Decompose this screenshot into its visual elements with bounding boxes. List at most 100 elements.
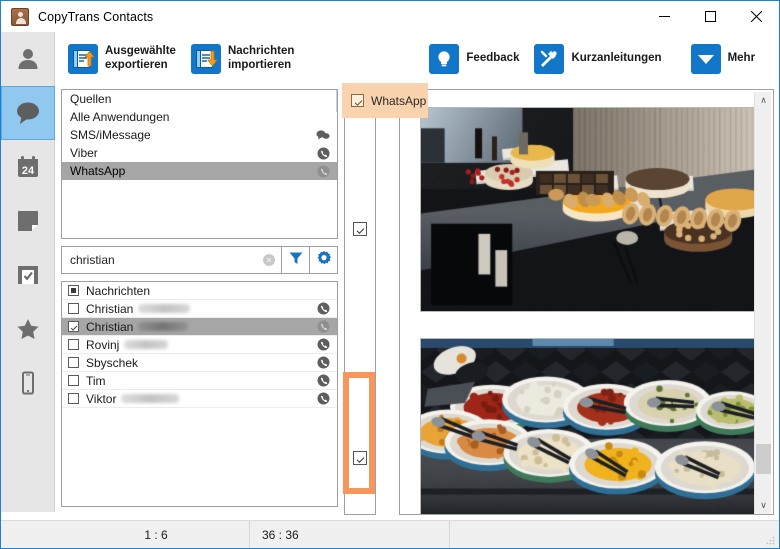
status-selection-count: 1 : 6	[63, 521, 250, 548]
main-area: Quellen Alle Anwendungen SMS/iMessage Vi…	[56, 86, 779, 518]
sidebar-item-contacts[interactable]	[1, 32, 55, 86]
contact-checkbox[interactable]	[68, 303, 79, 314]
source-label: WhatsApp	[70, 164, 126, 178]
sources-list[interactable]: Quellen Alle Anwendungen SMS/iMessage Vi…	[61, 89, 338, 239]
whatsapp-icon	[317, 374, 330, 387]
dessert-buffet-canvas	[421, 108, 759, 311]
sidebar-item-messages[interactable]	[1, 86, 55, 140]
source-item-alle-anwendungen[interactable]: Alle Anwendungen	[62, 108, 337, 126]
import-messages-button[interactable]: Nachrichten importieren	[186, 37, 304, 81]
contact-checkbox[interactable]	[68, 375, 79, 386]
contact-row-1[interactable]: Christian	[62, 300, 337, 318]
source-item-sms-imessage[interactable]: SMS/iMessage	[62, 126, 337, 144]
contact-row-4[interactable]: Sbyschek	[62, 354, 337, 372]
app-window: CopyTrans Contacts Ausgewählte exportier…	[0, 0, 780, 549]
sidebar-item-device[interactable]	[1, 356, 55, 410]
tools-icon	[534, 44, 565, 74]
contact-name: Christian	[86, 319, 134, 334]
message-scrollbar[interactable]: ∧ ∨	[754, 92, 771, 514]
source-item-quellen[interactable]: Quellen	[62, 90, 337, 108]
quickguides-label: Kurzanleitungen	[571, 52, 662, 65]
lightbulb-icon	[429, 44, 460, 74]
contact-row-3[interactable]: Rovinj	[62, 336, 337, 354]
resize-grip-icon[interactable]	[765, 535, 775, 545]
sidebar: 24	[1, 32, 55, 512]
contact-lastname-redacted	[124, 340, 169, 349]
close-button[interactable]	[733, 1, 779, 32]
contact-checkbox[interactable]	[68, 321, 79, 332]
search-input[interactable]: christian ×	[61, 246, 282, 274]
whatsapp-tab-highlight[interactable]: WhatsApp	[342, 83, 428, 118]
source-item-whatsapp[interactable]: WhatsApp	[62, 162, 337, 180]
title-bar: CopyTrans Contacts	[1, 1, 779, 32]
source-label: Quellen	[70, 92, 112, 106]
left-column: Quellen Alle Anwendungen SMS/iMessage Vi…	[61, 89, 338, 515]
import-messages-label: Nachrichten importieren	[227, 45, 295, 71]
whatsapp-icon	[317, 356, 330, 369]
sidebar-item-favorites[interactable]	[1, 302, 55, 356]
checkbox-task-icon	[15, 262, 41, 288]
contacts-header-row[interactable]: Nachrichten	[62, 282, 337, 300]
source-item-viber[interactable]: Viber	[62, 144, 337, 162]
more-button[interactable]: Mehr	[686, 37, 765, 81]
viber-icon	[317, 147, 330, 160]
app-icon	[11, 7, 29, 26]
minimize-button[interactable]	[641, 1, 687, 32]
search-value: christian	[70, 253, 115, 267]
phone-device-icon	[15, 370, 41, 396]
sidebar-item-calendar[interactable]: 24	[1, 140, 55, 194]
filter-funnel-icon	[288, 250, 304, 271]
svg-text:24: 24	[22, 165, 35, 177]
filter-button[interactable]	[282, 246, 310, 274]
contact-checkbox[interactable]	[68, 339, 79, 350]
source-label: SMS/iMessage	[70, 128, 151, 142]
contact-row-5[interactable]: Tim	[62, 372, 337, 390]
note-icon	[15, 208, 41, 234]
contacts-header-label: Nachrichten	[86, 283, 151, 298]
sidebar-item-notes[interactable]	[1, 194, 55, 248]
toolbar: Ausgewählte exportieren Nachrichten impo…	[1, 32, 779, 86]
attachment-checkbox-strip	[344, 108, 376, 515]
contact-name: Viktor	[86, 391, 117, 406]
contact-lastname-redacted	[121, 394, 180, 403]
maximize-button[interactable]	[687, 1, 733, 32]
whatsapp-tab-checkbox[interactable]	[351, 94, 364, 107]
dessert-buffet-photo[interactable]	[420, 107, 760, 312]
window-controls	[641, 1, 779, 32]
contact-name: Tim	[86, 373, 106, 388]
contact-name: Sbyschek	[86, 355, 139, 370]
contact-name: Rovinj	[86, 337, 120, 352]
select-all-checkbox[interactable]	[68, 285, 79, 296]
contact-checkbox[interactable]	[68, 393, 79, 404]
contact-name: Christian	[86, 301, 134, 316]
scroll-up-arrow[interactable]: ∧	[755, 92, 772, 109]
contact-row-6[interactable]: Viktor	[62, 390, 337, 408]
salad-bar-photo[interactable]	[420, 338, 760, 514]
attachment-2-checkbox[interactable]	[353, 451, 367, 465]
contacts-list[interactable]: Nachrichten Christian Christian Rovinj S…	[61, 281, 338, 507]
contact-row-2[interactable]: Christian	[62, 318, 337, 336]
settings-button[interactable]	[310, 246, 338, 274]
clear-search-icon[interactable]: ×	[263, 254, 275, 266]
export-selected-button[interactable]: Ausgewählte exportieren	[63, 37, 186, 81]
feedback-button[interactable]: Feedback	[424, 37, 529, 81]
contact-checkbox[interactable]	[68, 357, 79, 368]
status-cell-spacer	[450, 521, 779, 548]
chat-bubble-icon	[14, 100, 42, 126]
attachment-1-checkbox[interactable]	[353, 222, 367, 236]
search-bar: christian ×	[61, 246, 338, 274]
scroll-thumb[interactable]	[756, 444, 771, 474]
more-label: Mehr	[727, 52, 756, 65]
sms-bubbles-icon	[316, 129, 330, 141]
source-label: Viber	[70, 146, 98, 160]
whatsapp-icon	[317, 302, 330, 315]
scroll-down-arrow[interactable]: ∨	[755, 497, 772, 514]
contact-lastname-redacted	[138, 304, 191, 313]
contact-lastname-redacted	[138, 322, 189, 331]
source-label: Alle Anwendungen	[70, 110, 170, 124]
feedback-label: Feedback	[466, 52, 520, 65]
quickguides-button[interactable]: Kurzanleitungen	[529, 37, 671, 81]
export-selected-label: Ausgewählte exportieren	[105, 45, 176, 71]
sidebar-item-tasks[interactable]	[1, 248, 55, 302]
export-selected-icon	[68, 44, 98, 74]
